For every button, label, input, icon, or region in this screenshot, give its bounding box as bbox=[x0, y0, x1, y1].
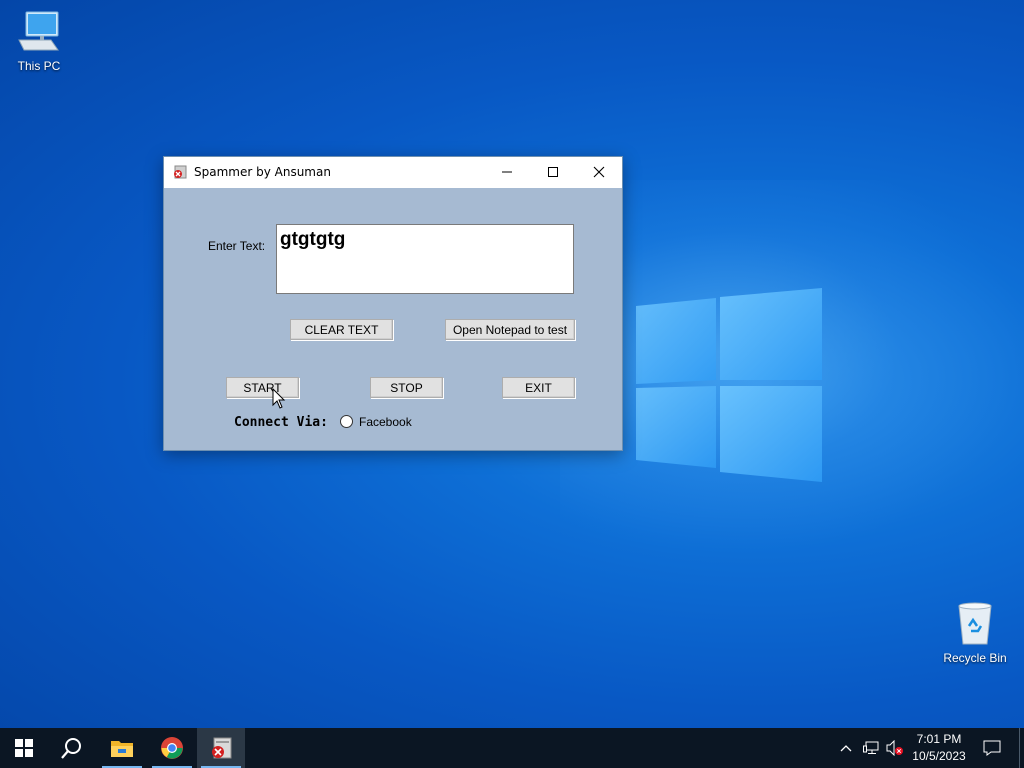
taskbar-spammer-app[interactable] bbox=[197, 728, 245, 768]
facebook-radio[interactable] bbox=[340, 415, 353, 428]
show-desktop-button[interactable] bbox=[1019, 728, 1024, 768]
exit-button[interactable]: EXIT bbox=[502, 377, 575, 398]
taskbar: 7:01 PM 10/5/2023 bbox=[0, 728, 1024, 768]
taskbar-chrome[interactable] bbox=[148, 728, 196, 768]
stop-button[interactable]: STOP bbox=[370, 377, 443, 398]
file-explorer-icon bbox=[111, 741, 133, 757]
close-icon bbox=[593, 166, 605, 178]
desktop-icon-this-pc[interactable]: This PC bbox=[4, 10, 74, 73]
open-notepad-button[interactable]: Open Notepad to test bbox=[445, 319, 575, 340]
minimize-icon bbox=[502, 171, 512, 173]
window-client-area: Enter Text: gtgtgtg CLEAR TEXT Open Note… bbox=[164, 188, 622, 450]
desktop-icon-label: Recycle Bin bbox=[943, 651, 1007, 665]
notification-center-button[interactable] bbox=[978, 728, 1006, 768]
close-button[interactable] bbox=[576, 157, 622, 187]
taskbar-clock[interactable]: 7:01 PM 10/5/2023 bbox=[906, 731, 972, 765]
volume-muted-icon bbox=[886, 740, 903, 756]
clock-time: 7:01 PM bbox=[916, 732, 962, 746]
clear-text-button[interactable]: CLEAR TEXT bbox=[290, 319, 393, 340]
chevron-up-icon bbox=[840, 745, 852, 752]
start-button[interactable] bbox=[0, 728, 48, 768]
chrome-icon bbox=[161, 737, 183, 759]
spammer-app-icon bbox=[212, 737, 232, 759]
network-icon bbox=[863, 741, 879, 754]
facebook-radio-label[interactable]: Facebook bbox=[359, 415, 412, 429]
start-icon bbox=[15, 739, 33, 757]
taskbar-file-explorer[interactable] bbox=[98, 728, 146, 768]
maximize-button[interactable] bbox=[530, 157, 576, 187]
maximize-icon bbox=[548, 167, 558, 177]
start-button[interactable]: START bbox=[226, 377, 299, 398]
desktop-icon-recycle-bin[interactable]: Recycle Bin bbox=[939, 602, 1011, 665]
text-input[interactable]: gtgtgtg bbox=[276, 224, 574, 294]
clock-date: 10/5/2023 bbox=[912, 749, 966, 763]
enter-text-label: Enter Text: bbox=[208, 239, 266, 253]
tray-network[interactable] bbox=[860, 728, 882, 768]
app-icon bbox=[174, 165, 187, 179]
desktop-icon-label: This PC bbox=[17, 59, 61, 73]
notification-icon bbox=[983, 740, 1001, 756]
search-button[interactable] bbox=[48, 728, 96, 768]
minimize-button[interactable] bbox=[484, 157, 530, 187]
recycle-bin-icon bbox=[958, 602, 992, 645]
window-titlebar[interactable]: Spammer by Ansuman bbox=[164, 157, 622, 188]
spammer-window: Spammer by Ansuman Enter Text: gtgtgtg C… bbox=[163, 156, 623, 451]
tray-chevron[interactable] bbox=[836, 728, 856, 768]
windows-logo-wallpaper bbox=[636, 288, 822, 482]
connect-via-label: Connect Via: bbox=[234, 415, 328, 430]
mouse-cursor-icon bbox=[272, 388, 286, 409]
window-title: Spammer by Ansuman bbox=[194, 165, 331, 179]
this-pc-icon bbox=[18, 11, 59, 51]
tray-volume[interactable] bbox=[884, 728, 906, 768]
search-icon bbox=[61, 738, 81, 759]
